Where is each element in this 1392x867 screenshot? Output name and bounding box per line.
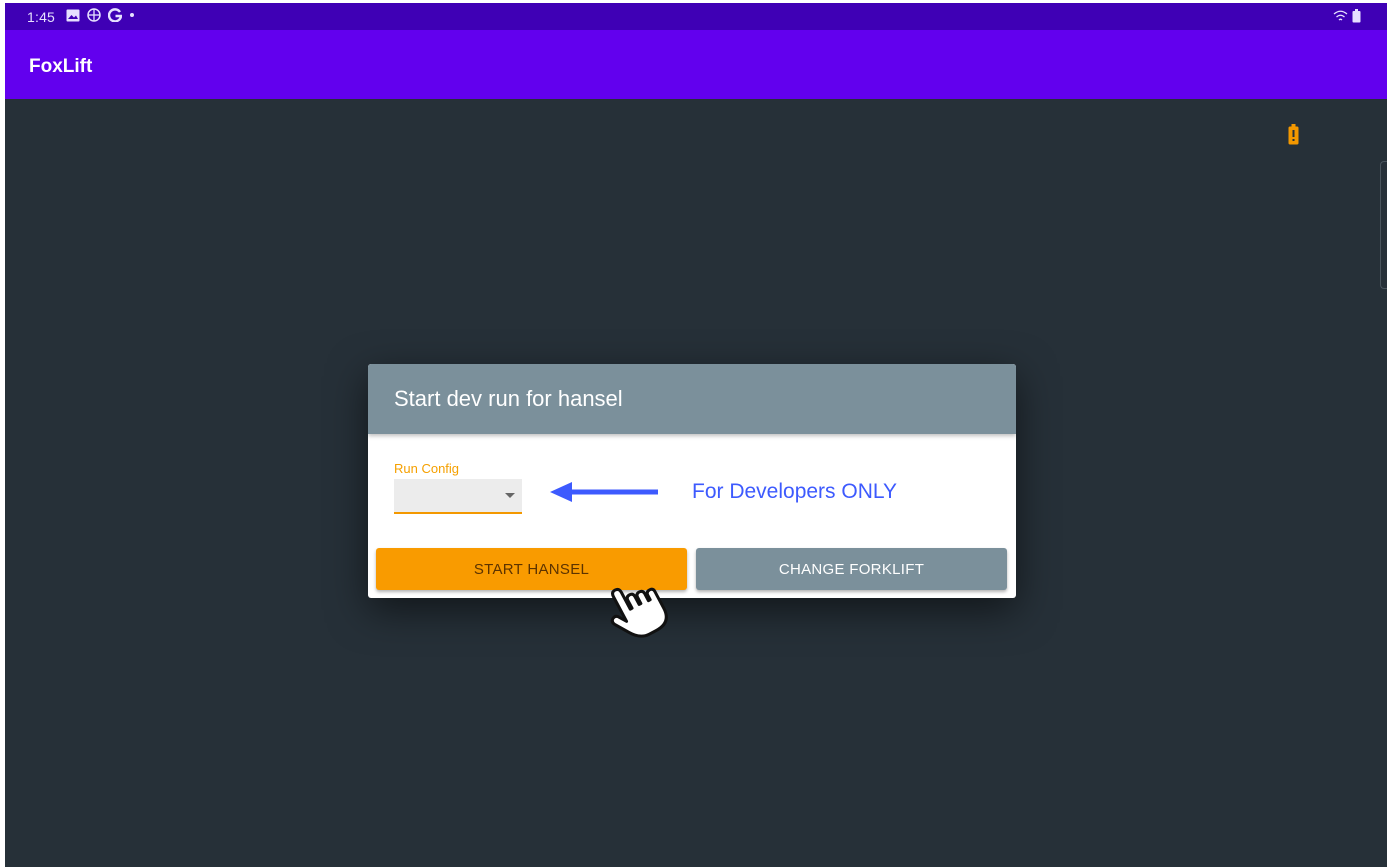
status-icons — [66, 8, 135, 22]
developers-only-note: For Developers ONLY — [692, 480, 898, 503]
wifi-icon — [1333, 10, 1348, 20]
side-edge-handle[interactable] — [1380, 161, 1387, 289]
globe-icon — [87, 8, 101, 22]
dropdown-caret-icon — [505, 493, 515, 498]
app-bar: FoxLift — [5, 30, 1387, 99]
dot-icon — [130, 13, 134, 17]
battery-icon — [1352, 9, 1361, 23]
google-icon — [108, 8, 122, 22]
arrow-left-icon — [550, 482, 658, 502]
run-config-select[interactable] — [394, 479, 522, 514]
app-title: FoxLift — [29, 56, 93, 77]
pointing-hand-icon — [610, 587, 668, 638]
change-forklift-button[interactable]: CHANGE FORKLIFT — [696, 548, 1007, 590]
dialog-title: Start dev run for hansel — [394, 386, 623, 411]
dialog-header: Start dev run for hansel — [368, 364, 1016, 434]
status-bar: 1:45 — [5, 3, 1387, 30]
status-time: 1:45 — [27, 9, 56, 25]
run-config-label: Run Config — [394, 461, 460, 476]
status-right-icons — [1333, 9, 1361, 23]
start-dev-run-dialog: Start dev run for hansel Run Config For … — [368, 364, 1016, 598]
battery-alert-icon — [1288, 124, 1299, 150]
image-icon — [66, 9, 80, 21]
